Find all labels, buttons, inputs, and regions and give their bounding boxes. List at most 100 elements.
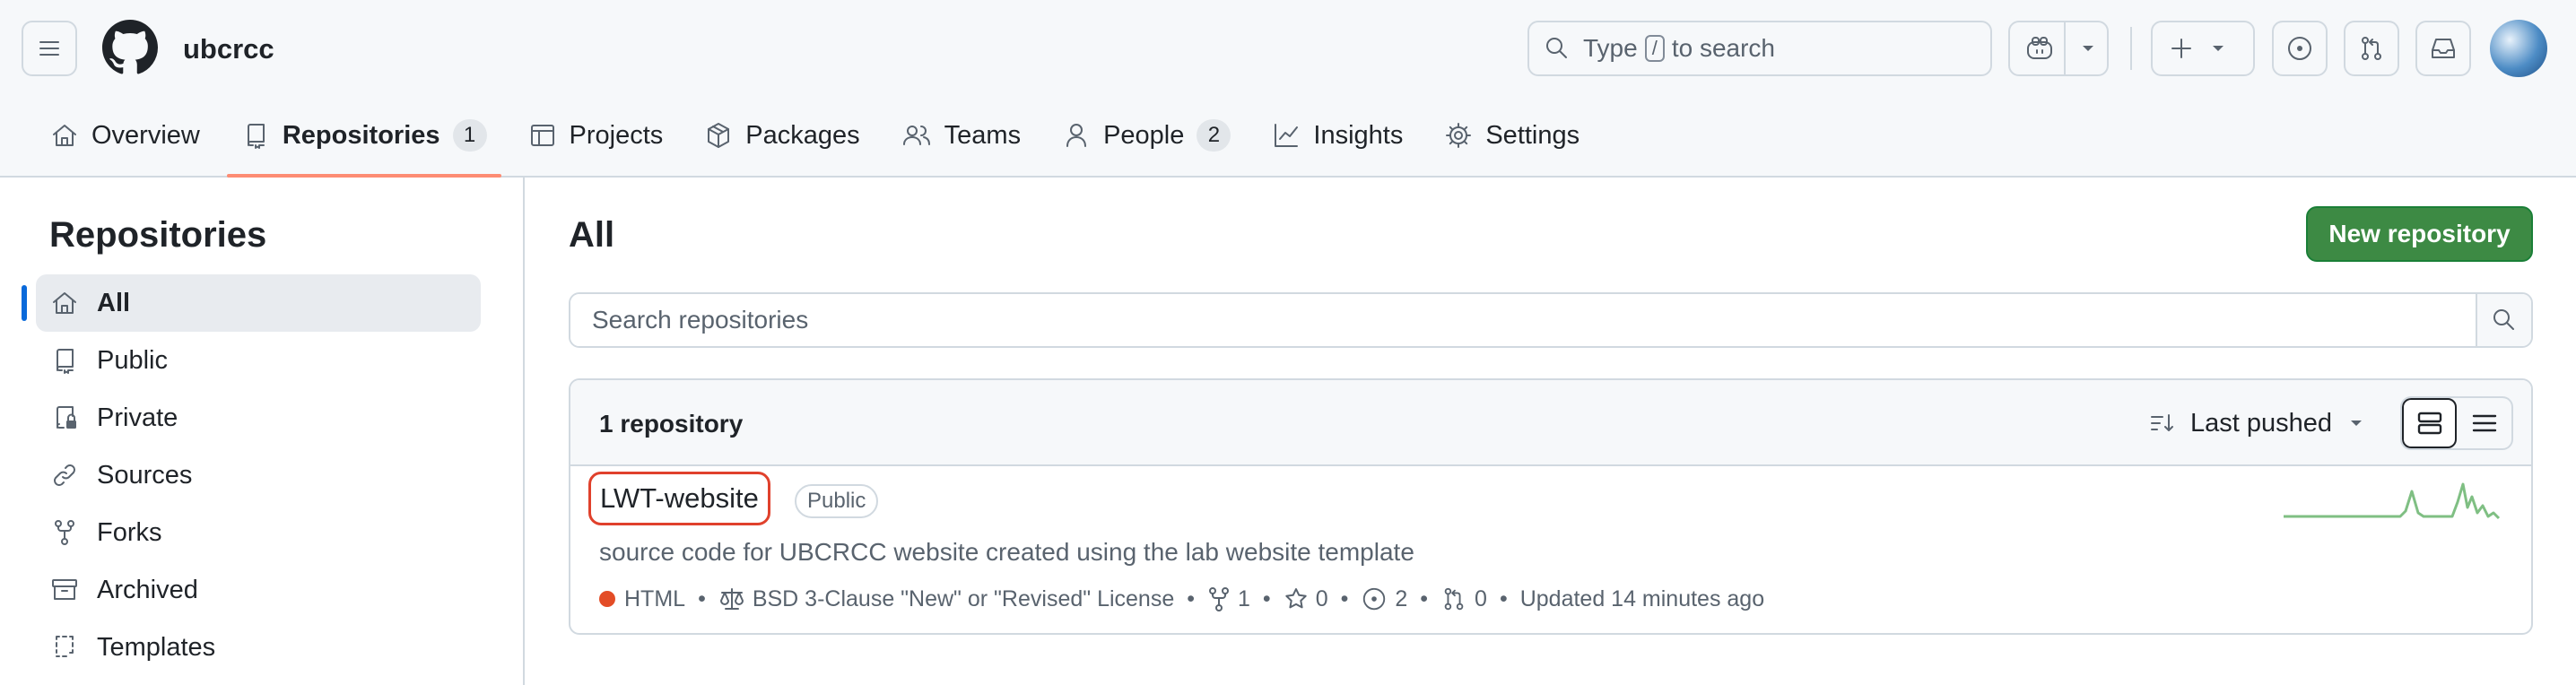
sidebar-item-all[interactable]: All	[22, 274, 481, 332]
star-icon	[1284, 588, 1307, 609]
header-divider	[2130, 27, 2132, 70]
org-name[interactable]: ubcrcc	[183, 31, 274, 67]
tab-packages[interactable]: Packages	[690, 106, 874, 165]
tab-teams[interactable]: Teams	[887, 106, 1035, 165]
issues-button[interactable]	[2272, 21, 2328, 76]
separator: •	[1187, 586, 1196, 611]
separator: •	[1340, 586, 1349, 611]
tab-label: Teams	[944, 120, 1022, 150]
tab-settings[interactable]: Settings	[1430, 106, 1594, 165]
sort-dropdown[interactable]: Last pushed	[2149, 405, 2377, 441]
sidebar-item-label: Forks	[97, 517, 162, 547]
view-toggle	[2400, 396, 2513, 450]
sidebar-nav: All Public Private Sources Forks Archive…	[22, 274, 481, 676]
repo-icon	[247, 124, 265, 149]
tab-label: Insights	[1313, 120, 1404, 150]
new-repository-button[interactable]: New repository	[2306, 206, 2533, 262]
language-color-dot	[599, 591, 615, 607]
chevron-down-icon	[2351, 421, 2363, 426]
people-icon	[902, 126, 930, 145]
law-icon	[719, 588, 744, 610]
sidebar-item-forks[interactable]: Forks	[36, 504, 481, 561]
sidebar-item-label: Templates	[97, 632, 216, 662]
page-title: All	[569, 215, 615, 255]
sidebar-item-label: All	[97, 288, 131, 317]
separator: •	[698, 586, 706, 611]
repository-description: source code for UBCRCC website created u…	[599, 538, 1414, 566]
global-search[interactable]: Type / to search	[1527, 21, 1992, 76]
sidebar: Repositories All Public Private Sources …	[0, 178, 525, 685]
sidebar-item-sources[interactable]: Sources	[36, 447, 481, 504]
search-shortcut-key: /	[1644, 35, 1665, 62]
github-logo-icon[interactable]	[102, 20, 158, 75]
sort-desc-icon	[2151, 414, 2173, 431]
git-pull-request-icon	[2362, 37, 2381, 60]
sidebar-item-public[interactable]: Public	[36, 332, 481, 389]
tab-repositories[interactable]: Repositories 1	[226, 106, 501, 178]
repo-icon	[57, 349, 74, 374]
chevron-down-icon	[2213, 46, 2224, 51]
copilot-icon	[2027, 37, 2052, 59]
tab-projects[interactable]: Projects	[514, 106, 678, 165]
inbox-icon	[2432, 39, 2455, 58]
tab-insights[interactable]: Insights	[1258, 106, 1417, 165]
repository-search-input[interactable]	[570, 294, 2477, 346]
person-icon	[1066, 124, 1087, 147]
user-avatar[interactable]	[2490, 20, 2547, 77]
separator: •	[1420, 586, 1429, 611]
sidebar-item-templates[interactable]: Templates	[36, 619, 481, 676]
repository-list: 1 repository Last pushed LWT-website Pub…	[569, 378, 2533, 635]
forks-count[interactable]: 1	[1238, 585, 1250, 613]
inbox-button[interactable]	[2415, 21, 2471, 76]
repository-count: 1 repository	[599, 410, 744, 438]
repository-name[interactable]: LWT-website	[600, 482, 759, 514]
sidebar-item-private[interactable]: Private	[36, 389, 481, 447]
sidebar-item-label: Public	[97, 345, 168, 375]
copilot-menu-button[interactable]	[2008, 21, 2109, 76]
tab-people[interactable]: People 2	[1048, 106, 1245, 165]
home-icon	[53, 125, 76, 146]
repository-meta: HTML • BSD 3-Clause "New" or "Revised" L…	[599, 585, 1764, 613]
people-count-badge: 2	[1197, 119, 1231, 152]
separator: •	[1262, 586, 1271, 611]
sidebar-title: Repositories	[49, 215, 267, 255]
license[interactable]: BSD 3-Clause "New" or "Revised" License	[753, 585, 1174, 613]
home-icon	[53, 292, 76, 314]
sidebar-item-archived[interactable]: Archived	[36, 561, 481, 619]
search-prefix: Type	[1583, 34, 1638, 62]
visibility-badge: Public	[795, 484, 879, 518]
repo-locked-icon	[57, 406, 76, 429]
repositories-count-badge: 1	[452, 119, 487, 152]
issue-opened-icon	[1363, 587, 1386, 611]
repository-link-highlight[interactable]: LWT-website	[588, 472, 770, 525]
menu-button[interactable]	[22, 21, 77, 76]
tab-label: Packages	[745, 120, 860, 150]
repository-search-button[interactable]	[2476, 294, 2531, 346]
gear-icon	[1446, 123, 1472, 148]
list-view-button[interactable]	[2457, 398, 2511, 448]
separator: •	[1499, 586, 1508, 611]
card-view-button[interactable]	[2402, 398, 2458, 448]
rows-icon	[2417, 412, 2441, 435]
pull-requests-button[interactable]	[2344, 21, 2399, 76]
stars-count[interactable]: 0	[1316, 585, 1328, 613]
link-icon	[54, 464, 75, 486]
package-icon	[708, 123, 730, 148]
sidebar-item-label: Private	[97, 403, 178, 432]
graph-icon	[1275, 124, 1299, 147]
tab-label: Settings	[1485, 120, 1580, 150]
tab-overview[interactable]: Overview	[36, 106, 214, 165]
sidebar-item-label: Sources	[97, 460, 193, 490]
issue-opened-icon	[2288, 37, 2311, 60]
repo-forked-icon	[55, 520, 74, 545]
pull-requests-count[interactable]: 0	[1475, 585, 1487, 613]
tab-label: Projects	[569, 120, 664, 150]
plus-icon	[2171, 39, 2191, 58]
issues-count[interactable]: 2	[1395, 585, 1407, 613]
create-new-button[interactable]	[2151, 21, 2255, 76]
search-icon	[2493, 309, 2514, 330]
table-icon	[530, 125, 554, 146]
activity-sparkline	[2284, 482, 2501, 520]
repository-search	[569, 292, 2533, 348]
sort-label: Last pushed	[2190, 409, 2333, 438]
